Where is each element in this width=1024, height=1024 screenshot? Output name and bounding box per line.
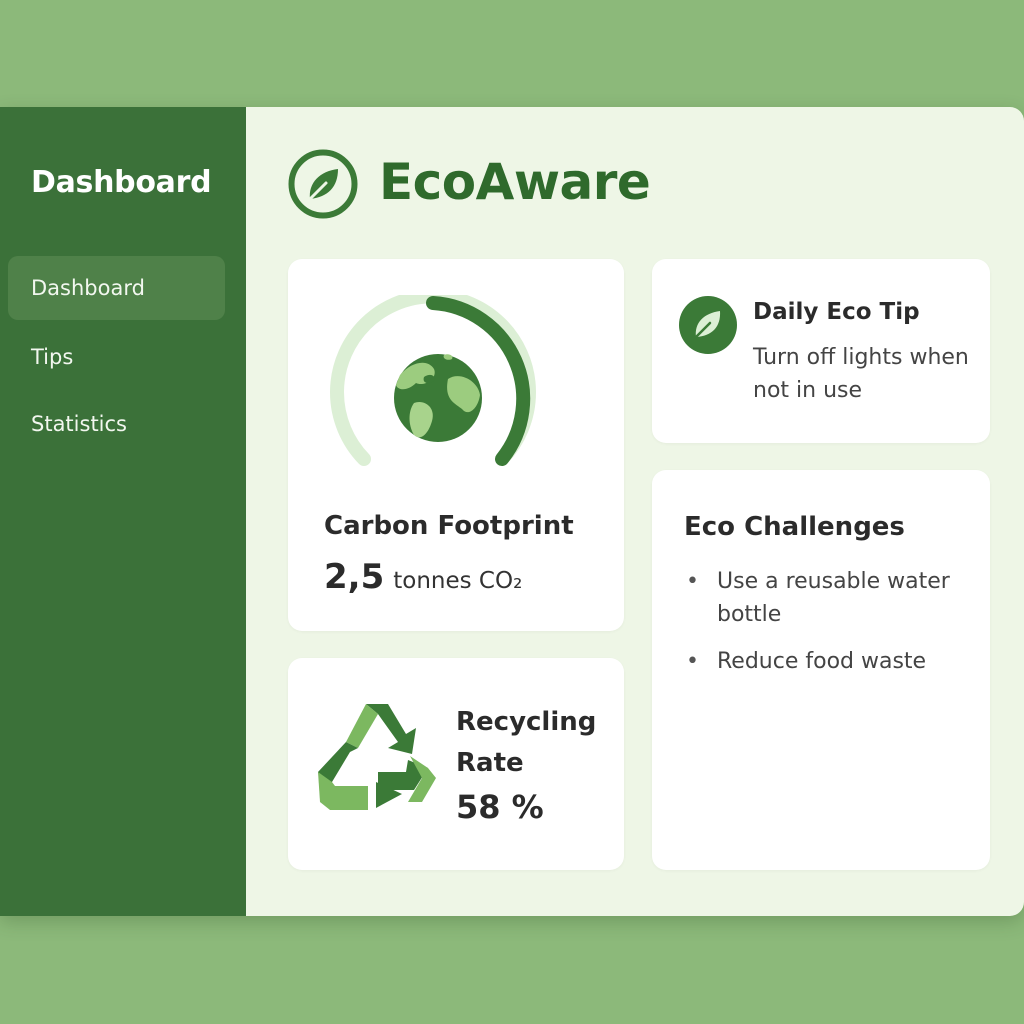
daily-tip-card: Daily Eco Tip Turn off lights when not i… (652, 259, 990, 443)
daily-tip-text: Turn off lights when not in use (753, 345, 969, 403)
app-title: EcoAware (379, 153, 651, 211)
leaf-circle-icon (288, 149, 358, 219)
leaf-icon (679, 296, 737, 354)
daily-tip-title: Daily Eco Tip (753, 299, 920, 325)
globe-icon (394, 354, 482, 442)
sidebar-title: Dashboard (31, 165, 212, 200)
recycling-rate-label: Recycling Rate (456, 707, 597, 778)
carbon-gauge (330, 295, 536, 466)
eco-challenges-list: • Use a reusable water bottle • Reduce f… (684, 565, 974, 692)
challenge-text: Use a reusable water bottle (717, 569, 950, 627)
list-item: • Reduce food waste (684, 645, 974, 678)
carbon-footprint-label: Carbon Footprint (324, 511, 574, 541)
bullet-icon: • (686, 569, 699, 594)
eco-challenges-title: Eco Challenges (684, 512, 905, 542)
sidebar-item-statistics[interactable]: Statistics (8, 392, 225, 456)
recycle-icon (318, 704, 436, 810)
sidebar-item-tips[interactable]: Tips (8, 325, 225, 389)
bullet-icon: • (686, 649, 699, 674)
recycling-rate-value: 58 % (456, 788, 544, 826)
carbon-footprint-unit: tonnes CO₂ (393, 568, 523, 594)
carbon-footprint-card: Carbon Footprint 2,5 tonnes CO₂ (288, 259, 624, 631)
challenge-text: Reduce food waste (717, 649, 927, 674)
eco-challenges-card: Eco Challenges • Use a reusable water bo… (652, 470, 990, 870)
main-content: EcoAware Carbon Footprint 2,5 tonnes CO₂ (246, 107, 1024, 916)
recycling-rate-card: Recycling Rate 58 % (288, 658, 624, 870)
app-window: Dashboard Dashboard Tips Statistics EcoA… (0, 107, 1024, 916)
list-item: • Use a reusable water bottle (684, 565, 974, 631)
sidebar-item-dashboard[interactable]: Dashboard (8, 256, 225, 320)
sidebar: Dashboard Dashboard Tips Statistics (0, 107, 246, 916)
carbon-footprint-number: 2,5 (324, 557, 385, 597)
carbon-footprint-value: 2,5 tonnes CO₂ (324, 557, 522, 597)
